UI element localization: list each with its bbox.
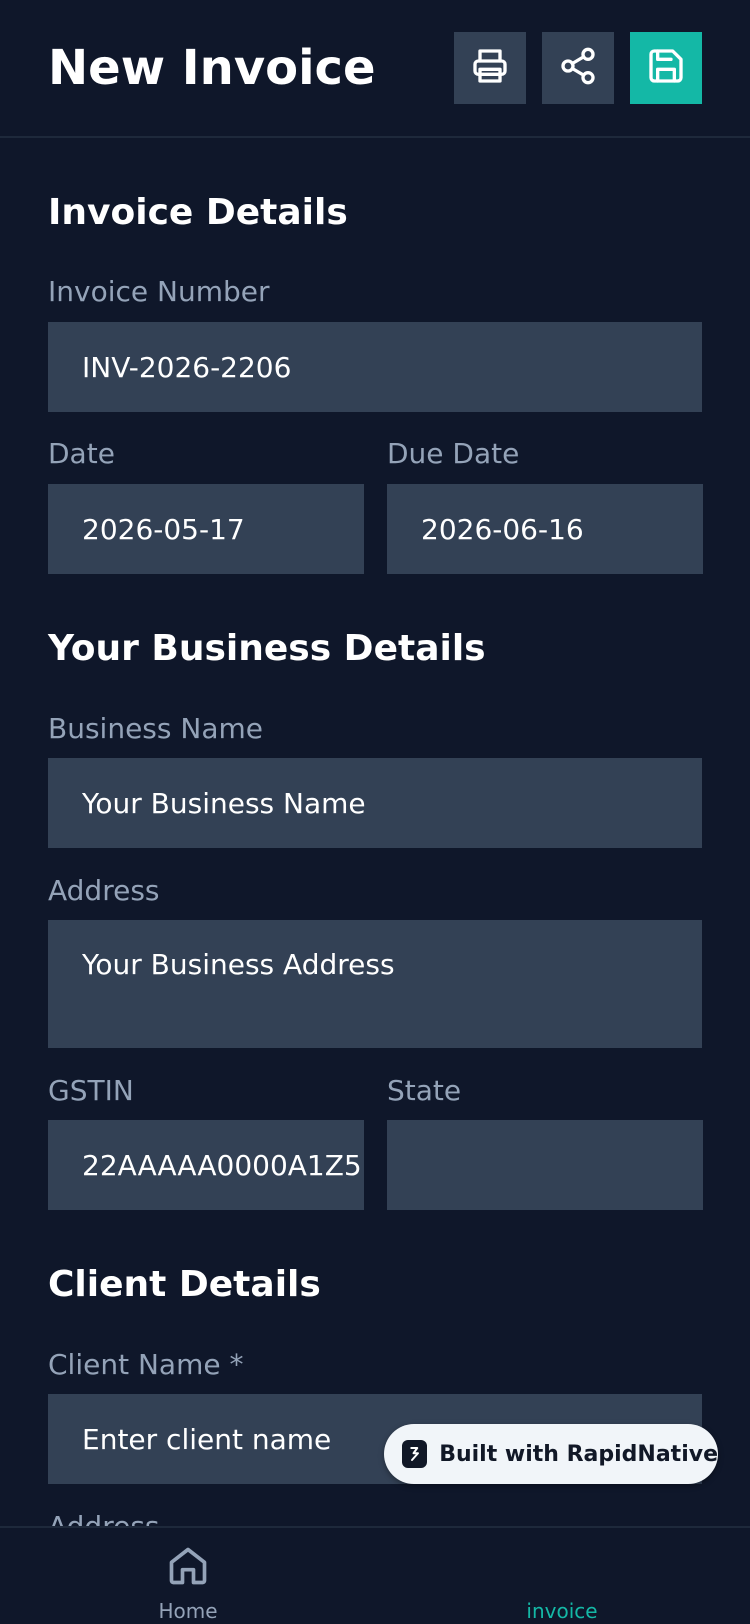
built-with-badge[interactable]: Built with RapidNative [384,1424,718,1484]
save-icon [646,46,686,90]
date-label: Date [48,437,115,470]
due-date-field[interactable]: 2026-06-16 [387,484,703,574]
business-address-field[interactable]: Your Business Address [48,920,702,1048]
printer-icon [470,46,510,90]
business-name-field[interactable]: Your Business Name [48,758,702,848]
business-name-label: Business Name [48,712,263,745]
invoice-number-field[interactable]: INV-2026-2206 [48,322,702,412]
gstin-label: GSTIN [48,1074,134,1107]
header: New Invoice [0,0,750,138]
badge-label: Built with RapidNative [439,1441,718,1467]
business-details-title: Your Business Details [48,628,486,669]
nav-home[interactable]: Home [88,1528,288,1624]
nav-invoice[interactable]: invoice [462,1528,662,1624]
print-button[interactable] [454,32,526,104]
rapidnative-logo-icon [402,1440,428,1468]
state-field[interactable] [387,1120,703,1210]
date-field[interactable]: 2026-05-17 [48,484,364,574]
share-button[interactable] [542,32,614,104]
gstin-field[interactable]: 22AAAAA0000A1Z5 [48,1120,364,1210]
invoice-app: New Invoice Invoice Details Invoice Numb… [0,0,750,1624]
client-name-label: Client Name * [48,1348,244,1381]
save-button[interactable] [630,32,702,104]
invoice-details-title: Invoice Details [48,192,348,233]
share-icon [558,46,598,90]
page-title: New Invoice [48,40,376,96]
due-date-label: Due Date [387,437,520,470]
bottom-nav: Home invoice [0,1526,750,1624]
nav-invoice-label: invoice [526,1599,598,1623]
business-address-label: Address [48,874,160,907]
nav-home-label: Home [158,1599,218,1623]
state-label: State [387,1074,462,1107]
client-details-title: Client Details [48,1264,321,1305]
invoice-number-label: Invoice Number [48,275,270,308]
